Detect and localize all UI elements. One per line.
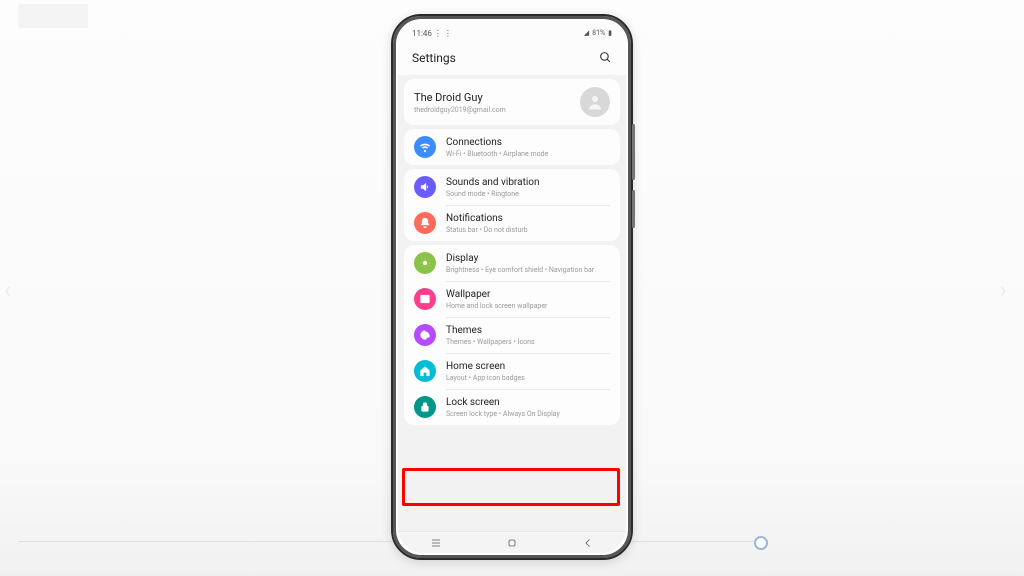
- settings-item-homescreen[interactable]: Home screenLayout • App icon badges: [404, 353, 620, 389]
- item-text: DisplayBrightness • Eye comfort shield •…: [446, 253, 610, 274]
- item-text: ThemesThemes • Wallpapers • Icons: [446, 325, 610, 346]
- settings-item-sounds[interactable]: Sounds and vibrationSound mode • Rington…: [404, 169, 620, 205]
- account-text: The Droid Guy thedroidguy2019@gmail.com: [414, 91, 572, 114]
- battery-icon: ▮: [608, 29, 612, 37]
- item-subtitle: Brightness • Eye comfort shield • Naviga…: [446, 266, 610, 274]
- item-subtitle: Sound mode • Ringtone: [446, 190, 610, 198]
- home-nav-icon: [506, 537, 518, 549]
- page-title: Settings: [412, 51, 456, 65]
- settings-group: DisplayBrightness • Eye comfort shield •…: [404, 245, 620, 425]
- item-title: Themes: [446, 325, 610, 337]
- account-card[interactable]: The Droid Guy thedroidguy2019@gmail.com: [404, 79, 620, 125]
- status-right: ◢ 81% ▮: [584, 29, 612, 37]
- item-title: Display: [446, 253, 610, 265]
- person-icon: [586, 93, 604, 111]
- lock-icon: [414, 396, 436, 418]
- item-text: Lock screenScreen lock type • Always On …: [446, 397, 610, 418]
- home-icon: [414, 360, 436, 382]
- item-subtitle: Themes • Wallpapers • Icons: [446, 338, 610, 346]
- carousel-prev[interactable]: ‹: [4, 278, 24, 302]
- search-icon: [599, 51, 612, 64]
- settings-item-themes[interactable]: ThemesThemes • Wallpapers • Icons: [404, 317, 620, 353]
- status-time: 11:46: [412, 29, 432, 38]
- sound-icon: [414, 176, 436, 198]
- settings-item-display[interactable]: DisplayBrightness • Eye comfort shield •…: [404, 245, 620, 281]
- status-left: 11:46 ⋮ ⋮: [412, 29, 452, 38]
- item-text: NotificationsStatus bar • Do not disturb: [446, 213, 610, 234]
- settings-group: ConnectionsWi-Fi • Bluetooth • Airplane …: [404, 129, 620, 165]
- item-text: WallpaperHome and lock screen wallpaper: [446, 289, 610, 310]
- phone-mockup: 11:46 ⋮ ⋮ ◢ 81% ▮ Settings The Droid Guy…: [391, 14, 633, 560]
- palette-icon: [414, 324, 436, 346]
- wifi-icon: [414, 136, 436, 158]
- item-text: Home screenLayout • App icon badges: [446, 361, 610, 382]
- scrubber-track[interactable]: [18, 541, 760, 542]
- power-button: [632, 190, 635, 228]
- home-button[interactable]: [497, 537, 527, 549]
- picture-icon: [414, 288, 436, 310]
- carousel-next[interactable]: ›: [1000, 278, 1020, 302]
- item-subtitle: Home and lock screen wallpaper: [446, 302, 610, 310]
- item-text: ConnectionsWi-Fi • Bluetooth • Airplane …: [446, 137, 610, 158]
- phone-screen: 11:46 ⋮ ⋮ ◢ 81% ▮ Settings The Droid Guy…: [398, 21, 626, 553]
- item-text: Sounds and vibrationSound mode • Rington…: [446, 177, 610, 198]
- item-title: Wallpaper: [446, 289, 610, 301]
- settings-item-lockscreen[interactable]: Lock screenScreen lock type • Always On …: [404, 389, 620, 425]
- item-subtitle: Screen lock type • Always On Display: [446, 410, 610, 418]
- settings-item-wallpaper[interactable]: WallpaperHome and lock screen wallpaper: [404, 281, 620, 317]
- settings-group: Sounds and vibrationSound mode • Rington…: [404, 169, 620, 241]
- bell-icon: [414, 212, 436, 234]
- settings-content: The Droid Guy thedroidguy2019@gmail.com …: [398, 75, 626, 531]
- settings-item-connections[interactable]: ConnectionsWi-Fi • Bluetooth • Airplane …: [404, 129, 620, 165]
- status-bar: 11:46 ⋮ ⋮ ◢ 81% ▮: [398, 21, 626, 45]
- item-subtitle: Status bar • Do not disturb: [446, 226, 610, 234]
- item-subtitle: Layout • App icon badges: [446, 374, 610, 382]
- recents-icon: [430, 537, 442, 549]
- item-title: Sounds and vibration: [446, 177, 610, 189]
- avatar: [580, 87, 610, 117]
- android-navbar: [398, 531, 626, 553]
- recents-button[interactable]: [421, 537, 451, 549]
- background-block: [18, 4, 88, 28]
- volume-button: [632, 124, 635, 180]
- back-icon: [582, 537, 594, 549]
- status-extra: ⋮ ⋮: [434, 29, 452, 38]
- item-subtitle: Wi-Fi • Bluetooth • Airplane mode: [446, 150, 610, 158]
- back-button[interactable]: [573, 537, 603, 549]
- settings-header: Settings: [398, 45, 626, 75]
- settings-item-notifications[interactable]: NotificationsStatus bar • Do not disturb: [404, 205, 620, 241]
- search-button[interactable]: [599, 49, 612, 68]
- item-title: Connections: [446, 137, 610, 149]
- account-name: The Droid Guy: [414, 91, 572, 104]
- sun-icon: [414, 252, 436, 274]
- battery-pct: 81%: [592, 29, 605, 37]
- account-email: thedroidguy2019@gmail.com: [414, 106, 572, 114]
- item-title: Home screen: [446, 361, 610, 373]
- highlight-themes: [402, 468, 620, 506]
- signal-icon: ◢: [584, 29, 589, 37]
- item-title: Notifications: [446, 213, 610, 225]
- item-title: Lock screen: [446, 397, 610, 409]
